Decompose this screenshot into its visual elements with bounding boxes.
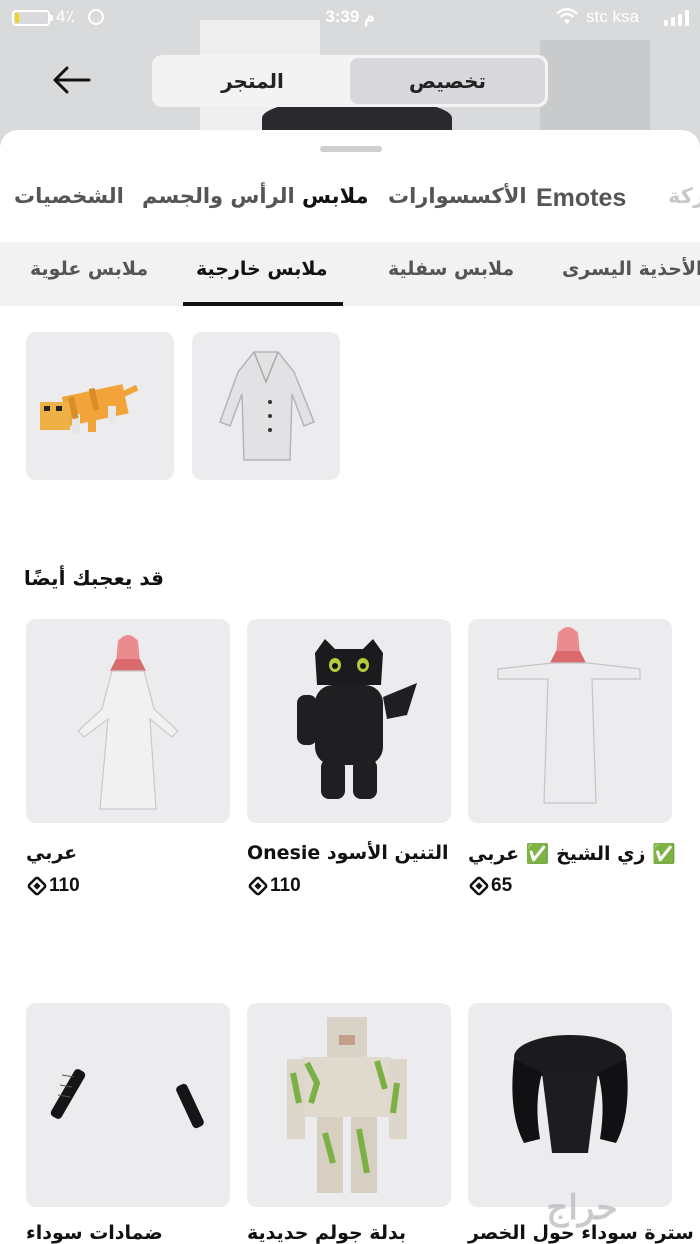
- avatar-editor-sheet: الشخصيات الرأس والجسم ملابس الأكسسوارات …: [0, 130, 700, 1244]
- recommendations-title: قد يعجبك أيضًا: [23, 566, 164, 590]
- subtab-left-shoes[interactable]: الأحذية اليسرى: [562, 258, 700, 280]
- shop-tab[interactable]: المتجر: [155, 58, 350, 104]
- sheikh-outfit-thumbnail: [497, 627, 641, 804]
- item-price: 65: [468, 875, 512, 897]
- owned-item-orange-cat[interactable]: [26, 332, 174, 480]
- robux-icon: [468, 875, 490, 897]
- tab-emotes[interactable]: Emotes: [536, 184, 626, 213]
- subtab-jackets[interactable]: ملابس خارجية: [196, 258, 328, 280]
- iron-golem-suit-thumbnail: [287, 1017, 407, 1193]
- tab-accessories[interactable]: الأكسسوارات: [388, 184, 527, 208]
- item-name: ضمادات سوداء: [26, 1222, 163, 1244]
- arrow-left-icon: [53, 66, 91, 94]
- item-price: 110: [247, 875, 301, 897]
- tab-clothing[interactable]: ملابس: [302, 184, 369, 208]
- item-name: التنين الأسود Onesie: [247, 842, 449, 864]
- backdrop-block: [540, 40, 650, 130]
- wifi-icon: [556, 8, 578, 31]
- item-card-sheikh-outfit[interactable]: [468, 619, 672, 823]
- subtab-tops[interactable]: ملابس علوية: [30, 258, 148, 280]
- item-card-black-jacket-waist[interactable]: [468, 1003, 672, 1207]
- item-price: 110: [26, 875, 80, 897]
- orange-cat-thumbnail: [40, 384, 139, 434]
- robux-icon: [26, 875, 48, 897]
- white-thobe-thumbnail: [77, 635, 179, 810]
- haraj-watermark: حراج: [546, 1188, 618, 1228]
- carrier-name: stc ksa: [586, 7, 639, 26]
- owned-item-white-coat[interactable]: [192, 332, 340, 480]
- subtab-bottoms[interactable]: ملابس سفلية: [388, 258, 514, 280]
- item-card-black-dragon-onesie[interactable]: [247, 619, 451, 823]
- subcategory-tabs: ملابس علوية ملابس خارجية ملابس سفلية الأ…: [0, 242, 700, 306]
- sheet-drag-handle[interactable]: [320, 146, 382, 152]
- robux-icon: [247, 875, 269, 897]
- item-card-arabi[interactable]: [26, 619, 230, 823]
- black-dragon-onesie-thumbnail: [297, 639, 417, 799]
- customize-tab[interactable]: تخصيص: [350, 58, 545, 104]
- item-card-black-bandages[interactable]: [26, 1003, 230, 1207]
- active-subtab-indicator: [183, 302, 343, 306]
- black-jacket-waist-thumbnail: [512, 1035, 628, 1153]
- item-name: بدلة جولم حديدية: [247, 1222, 407, 1244]
- signal-icon: [664, 10, 690, 26]
- black-bandages-thumbnail: [50, 1069, 204, 1129]
- category-tabs: الشخصيات الرأس والجسم ملابس الأكسسوارات …: [0, 184, 700, 228]
- back-button[interactable]: [44, 58, 98, 102]
- status-bar: 4٪ 3:39 م stc ksa: [0, 0, 700, 36]
- item-name: عربي: [26, 842, 78, 864]
- tab-characters[interactable]: الشخصيات: [14, 184, 124, 208]
- tab-animations[interactable]: حركة: [668, 184, 700, 208]
- item-card-iron-golem-suit[interactable]: [247, 1003, 451, 1207]
- white-coat-thumbnail: [219, 351, 315, 461]
- item-name: ✅ زي الشيخ ✅ عربي: [468, 843, 676, 865]
- tab-head-body[interactable]: الرأس والجسم: [142, 184, 295, 208]
- shop-customize-toggle: المتجر تخصيص: [152, 55, 548, 107]
